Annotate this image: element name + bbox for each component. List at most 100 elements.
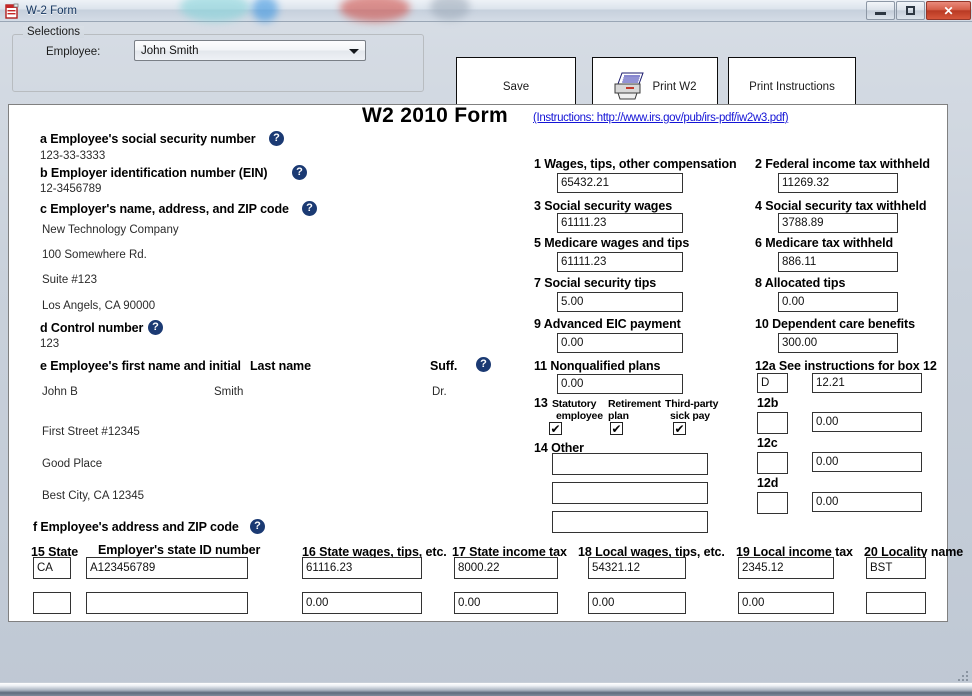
titlebar-blur-artifact-4 [430, 0, 470, 20]
titlebar-blur-artifact-2 [252, 0, 278, 22]
box-11-label: 11 Nonqualified plans [534, 359, 661, 373]
box-13-retirement-checkbox[interactable]: ✔ [610, 422, 623, 435]
box-12d-amount-input[interactable]: 0.00 [812, 492, 922, 512]
box-12a-code-input[interactable]: D [757, 373, 788, 393]
table-row-1-state-value: CA [37, 562, 53, 574]
resize-grip[interactable] [955, 668, 969, 682]
save-button-label: Save [502, 81, 530, 93]
table-row-1-state-input[interactable]: CA [33, 557, 71, 579]
box-12b-amount-value: 0.00 [816, 416, 839, 428]
table-row-1-local-income-tax-input[interactable]: 2345.12 [738, 557, 834, 579]
box-12d-amount-value: 0.00 [816, 496, 839, 508]
print-w2-button-label: Print W2 [652, 81, 697, 93]
help-icon-box-d[interactable]: ? [148, 320, 163, 335]
page-title: W2 2010 Form [362, 104, 508, 127]
help-icon-box-c[interactable]: ? [302, 201, 317, 216]
box-12b-amount-input[interactable]: 0.00 [812, 412, 922, 432]
box-13-thirdparty-checkbox[interactable]: ✔ [673, 422, 686, 435]
box-12d-code-input[interactable] [757, 492, 788, 514]
box-7-input[interactable]: 5.00 [557, 292, 683, 312]
minimize-button[interactable] [866, 1, 895, 20]
box-10-value: 300.00 [782, 337, 818, 349]
restore-button[interactable] [896, 1, 925, 20]
help-icon-box-a[interactable]: ? [269, 131, 284, 146]
table-row-1-state-id-value: A123456789 [90, 562, 156, 574]
box-a-value: 123-33-3333 [40, 150, 106, 162]
employee-select-value: John Smith [141, 44, 199, 57]
box-4-input[interactable]: 3788.89 [778, 213, 898, 233]
employee-label: Employee: [46, 46, 101, 58]
box-13-thirdparty-line2: sick pay [670, 410, 710, 422]
box-2-label: 2 Federal income tax withheld [755, 157, 930, 171]
selections-legend: Selections [23, 26, 85, 38]
table-row-1-state-id-input[interactable]: A123456789 [86, 557, 248, 579]
help-icon-box-e[interactable]: ? [476, 357, 491, 372]
box-1-input[interactable]: 65432.21 [557, 173, 683, 193]
minimize-icon [875, 11, 886, 15]
box-e-label: e Employee's first name and initial [40, 359, 241, 373]
table-row-2-state-wages-value: 0.00 [306, 597, 329, 609]
box-12c-amount-value: 0.00 [816, 456, 839, 468]
box-12a-amount-input[interactable]: 12.21 [812, 373, 922, 393]
box-6-input[interactable]: 886.11 [778, 252, 898, 272]
box-5-input[interactable]: 61111.23 [557, 252, 683, 272]
box-4-value: 3788.89 [782, 217, 824, 229]
box-2-value: 11269.32 [782, 177, 830, 189]
box-9-input[interactable]: 0.00 [557, 333, 683, 353]
box-3-input[interactable]: 61111.23 [557, 213, 683, 233]
table-row-2-local-income-tax-input[interactable]: 0.00 [738, 592, 834, 614]
box-11-input[interactable]: 0.00 [557, 374, 683, 394]
help-icon-box-b[interactable]: ? [292, 165, 307, 180]
box-d-value: 123 [40, 338, 60, 350]
box-14-input-row2[interactable] [552, 482, 708, 504]
box-f-label: f Employee's address and ZIP code [33, 520, 239, 534]
table-row-2-state-wages-input[interactable]: 0.00 [302, 592, 422, 614]
box-5-label: 5 Medicare wages and tips [534, 236, 690, 250]
employee-select[interactable]: John Smith [134, 40, 366, 61]
box-12b-label: 12b [757, 396, 779, 410]
table-row-2-local-income-tax-value: 0.00 [742, 597, 765, 609]
employee-city-state-zip: Best City, CA 12345 [42, 490, 145, 502]
employee-first-name: John B [42, 386, 78, 398]
irs-instructions-link[interactable]: (Instructions: http://www.irs.gov/pub/ir… [533, 112, 789, 124]
box-12c-code-input[interactable] [757, 452, 788, 474]
box-14-input-row1[interactable] [552, 453, 708, 475]
table-row-1-local-income-tax-value: 2345.12 [742, 562, 784, 574]
box-13-statutory-line2: employee [556, 410, 603, 422]
window-controls: ✕ [865, 1, 971, 20]
box-13-thirdparty-line1: Third-party [665, 398, 719, 410]
print-instructions-button-label: Print Instructions [749, 81, 835, 93]
toolbar-zone: Selections Employee: John Smith Save Pri… [0, 22, 972, 117]
check-icon: ✔ [550, 421, 561, 436]
table-row-2-local-wages-input[interactable]: 0.00 [588, 592, 686, 614]
w2-form-icon [4, 3, 20, 19]
box-10-input[interactable]: 300.00 [778, 333, 898, 353]
table-row-1-locality-name-input[interactable]: BST [866, 557, 926, 579]
box-8-input[interactable]: 0.00 [778, 292, 898, 312]
table-row-1-state-income-tax-input[interactable]: 8000.22 [454, 557, 558, 579]
box-2-input[interactable]: 11269.32 [778, 173, 898, 193]
check-icon: ✔ [674, 421, 685, 436]
box-12c-amount-input[interactable]: 0.00 [812, 452, 922, 472]
box-7-label: 7 Social security tips [534, 276, 657, 290]
table-row-1-local-wages-input[interactable]: 54321.12 [588, 557, 686, 579]
box-12a-code-value: D [761, 377, 770, 389]
employee-suffix: Dr. [432, 386, 447, 398]
table-row-2-locality-name-input[interactable] [866, 592, 926, 614]
box-8-value: 0.00 [782, 296, 805, 308]
close-button[interactable]: ✕ [926, 1, 971, 20]
box-14-input-row3[interactable] [552, 511, 708, 533]
box-8-label: 8 Allocated tips [755, 276, 846, 290]
box-13-statutory-checkbox[interactable]: ✔ [549, 422, 562, 435]
table-row-2-state-id-input[interactable] [86, 592, 248, 614]
window-bottom-border [0, 682, 972, 696]
employer-address-line2: Suite #123 [42, 274, 97, 286]
restore-icon [906, 6, 915, 15]
table-row-1-state-wages-input[interactable]: 61116.23 [302, 557, 422, 579]
table-row-2-state-input[interactable] [33, 592, 71, 614]
box-a-label: a Employee's social security number [40, 132, 256, 146]
box-12b-code-input[interactable] [757, 412, 788, 434]
box-c-label: c Employer's name, address, and ZIP code [40, 202, 289, 216]
help-icon-box-f[interactable]: ? [250, 519, 265, 534]
table-row-2-state-income-tax-input[interactable]: 0.00 [454, 592, 558, 614]
